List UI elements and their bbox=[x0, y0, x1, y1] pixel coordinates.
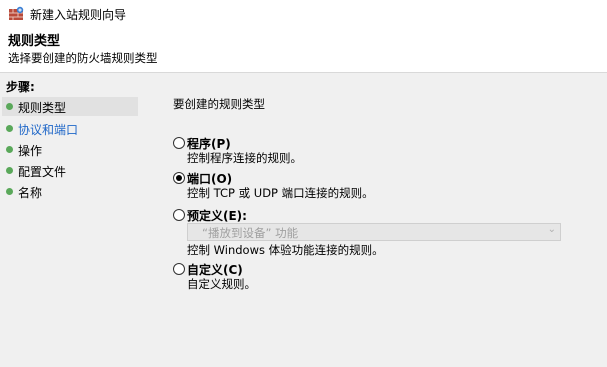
step-label: 操作 bbox=[18, 144, 43, 158]
step-action[interactable]: 操作 bbox=[2, 140, 138, 159]
step-status-dot bbox=[6, 146, 13, 153]
page-title: 规则类型 bbox=[8, 34, 61, 49]
step-label: 配置文件 bbox=[18, 165, 67, 179]
step-label: 协议和端口 bbox=[18, 123, 79, 137]
step-label: 规则类型 bbox=[18, 101, 67, 115]
option-description: 控制 TCP 或 UDP 端口连接的规则。 bbox=[187, 186, 374, 200]
page-subtitle: 选择要创建的防火墙规则类型 bbox=[8, 51, 158, 65]
steps-sidebar: 步骤: 规则类型 协议和端口 操作 配置文件 名称 bbox=[0, 73, 143, 367]
chevron-down-icon: ⌄ bbox=[547, 224, 556, 235]
firewall-wizard-icon bbox=[9, 6, 24, 20]
step-protocol-port[interactable]: 协议和端口 bbox=[2, 119, 138, 138]
option-description: 自定义规则。 bbox=[187, 277, 256, 291]
step-status-dot bbox=[6, 125, 13, 132]
predefined-select[interactable]: “播放到设备” 功能 ⌄ bbox=[187, 223, 561, 241]
rule-type-prompt: 要创建的规则类型 bbox=[173, 97, 265, 111]
step-name[interactable]: 名称 bbox=[2, 182, 138, 201]
option-description: 控制程序连接的规则。 bbox=[187, 151, 302, 165]
step-status-dot bbox=[6, 188, 13, 195]
step-rule-type[interactable]: 规则类型 bbox=[2, 97, 138, 116]
step-status-dot bbox=[6, 167, 13, 174]
wizard-header: 规则类型 选择要创建的防火墙规则类型 bbox=[0, 27, 607, 72]
port-radio[interactable] bbox=[173, 172, 185, 184]
custom-radio[interactable] bbox=[173, 263, 185, 275]
title-bar: 新建入站规则向导 bbox=[0, 0, 607, 27]
select-value: “播放到设备” 功能 bbox=[202, 226, 299, 240]
step-profile[interactable]: 配置文件 bbox=[2, 161, 138, 180]
step-status-dot bbox=[6, 103, 13, 110]
step-label: 名称 bbox=[18, 186, 43, 200]
program-radio[interactable] bbox=[173, 137, 185, 149]
steps-title: 步骤: bbox=[6, 80, 35, 94]
main-panel: 要创建的规则类型 程序(P) 控制程序连接的规则。 端口(O) 控制 TCP 或… bbox=[143, 73, 607, 367]
predefined-radio[interactable] bbox=[173, 209, 185, 221]
window-title: 新建入站规则向导 bbox=[30, 8, 127, 22]
option-description: 控制 Windows 体验功能连接的规则。 bbox=[187, 243, 384, 257]
option-label[interactable]: 预定义(E): bbox=[187, 207, 247, 224]
